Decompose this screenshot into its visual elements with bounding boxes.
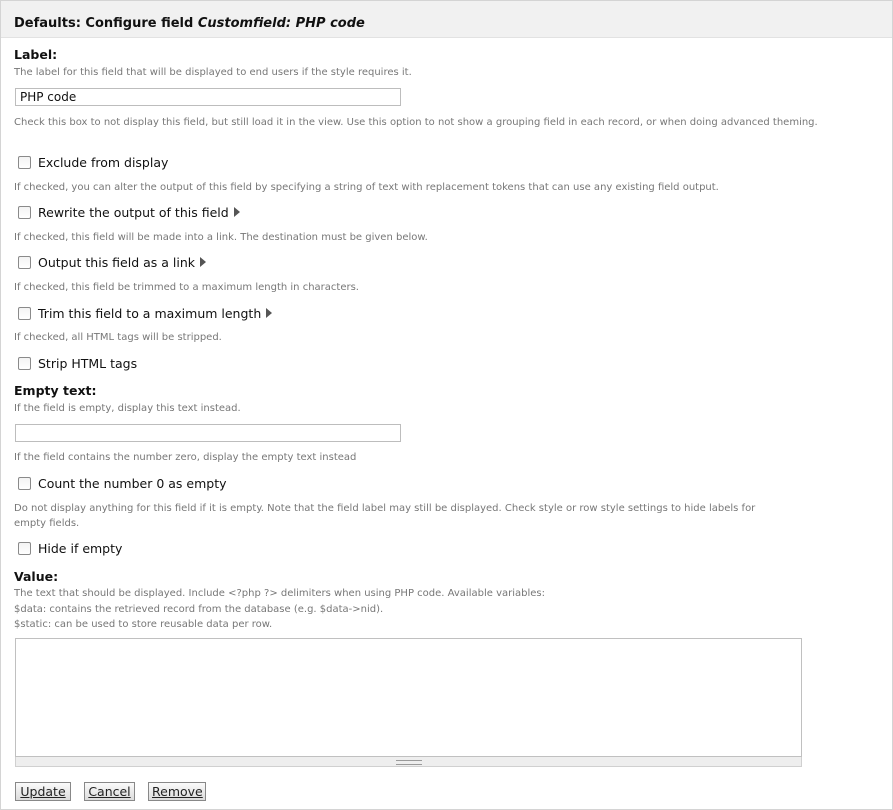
trim-label-wrap[interactable]: Trim this field to a maximum length xyxy=(38,306,273,321)
trim-description: If checked, this field be trimmed to a m… xyxy=(14,282,359,293)
exclude-description: Check this box to not display this field… xyxy=(14,117,818,128)
remove-button[interactable]: Remove xyxy=(148,782,206,801)
form-title-field-name: Customfield: PHP code xyxy=(197,16,365,31)
value-description-line2: $data: contains the retrieved record fro… xyxy=(14,604,384,615)
trim-label[interactable]: Trim this field to a maximum length xyxy=(38,306,261,321)
hide-empty-description-line1: Do not display anything for this field i… xyxy=(14,503,756,514)
form-title: Defaults: Configure field Customfield: P… xyxy=(14,16,365,31)
rewrite-checkbox[interactable] xyxy=(18,206,31,219)
configure-field-form: Defaults: Configure field Customfield: P… xyxy=(0,0,893,810)
exclude-label[interactable]: Exclude from display xyxy=(38,155,168,170)
cancel-button[interactable]: Cancel xyxy=(84,782,135,801)
textarea-resize-handle[interactable] xyxy=(15,757,802,767)
resize-grip-icon[interactable] xyxy=(396,760,422,765)
link-description: If checked, this field will be made into… xyxy=(14,232,428,243)
count-zero-label[interactable]: Count the number 0 as empty xyxy=(38,476,227,491)
strip-description: If checked, all HTML tags will be stripp… xyxy=(14,332,222,343)
rewrite-label[interactable]: Rewrite the output of this field xyxy=(38,205,229,220)
label-title: Label: xyxy=(14,47,58,62)
triangle-right-icon[interactable] xyxy=(200,257,207,267)
value-title: Value: xyxy=(14,569,59,584)
label-input[interactable] xyxy=(15,88,401,106)
hide-empty-checkbox[interactable] xyxy=(18,542,31,555)
link-label[interactable]: Output this field as a link xyxy=(38,255,195,270)
update-button[interactable]: Update xyxy=(15,782,71,801)
value-description-line3: $static: can be used to store reusable d… xyxy=(14,619,273,630)
count-zero-description: If the field contains the number zero, d… xyxy=(14,452,357,463)
trim-checkbox[interactable] xyxy=(18,307,31,320)
value-textarea[interactable] xyxy=(15,638,802,757)
form-header: Defaults: Configure field Customfield: P… xyxy=(1,1,892,38)
triangle-right-icon[interactable] xyxy=(233,207,240,217)
strip-label[interactable]: Strip HTML tags xyxy=(38,356,137,371)
hide-empty-label[interactable]: Hide if empty xyxy=(38,541,122,556)
hide-empty-description-line2: empty fields. xyxy=(14,518,80,529)
label-description: The label for this field that will be di… xyxy=(14,67,412,78)
count-zero-checkbox[interactable] xyxy=(18,477,31,490)
empty-text-title: Empty text: xyxy=(14,383,97,398)
exclude-checkbox[interactable] xyxy=(18,156,31,169)
link-label-wrap[interactable]: Output this field as a link xyxy=(38,255,207,270)
triangle-right-icon[interactable] xyxy=(266,308,273,318)
rewrite-label-wrap[interactable]: Rewrite the output of this field xyxy=(38,205,240,220)
rewrite-description: If checked, you can alter the output of … xyxy=(14,182,719,193)
strip-checkbox[interactable] xyxy=(18,357,31,370)
empty-text-description: If the field is empty, display this text… xyxy=(14,403,241,414)
link-checkbox[interactable] xyxy=(18,256,31,269)
form-title-prefix: Defaults: Configure field xyxy=(14,16,198,31)
empty-text-input[interactable] xyxy=(15,424,401,442)
value-description-line1: The text that should be displayed. Inclu… xyxy=(14,588,545,599)
